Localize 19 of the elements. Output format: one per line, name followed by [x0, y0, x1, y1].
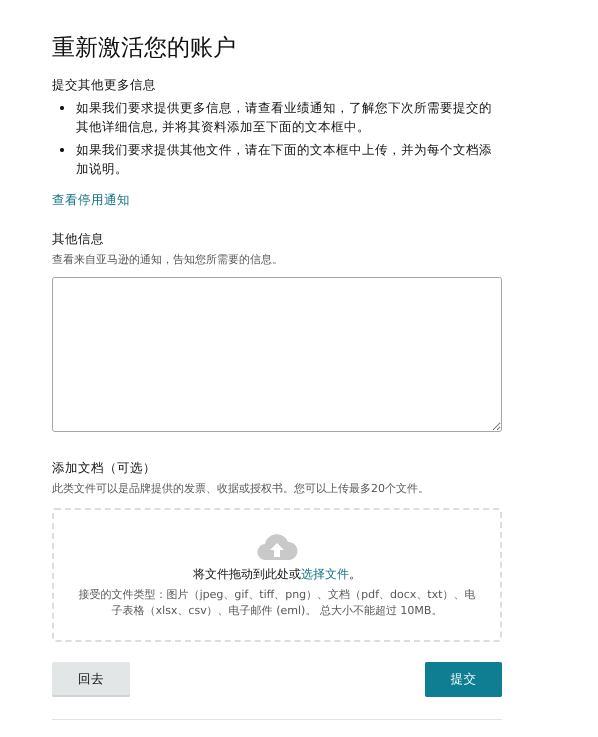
field-label: 其他信息: [52, 231, 105, 248]
page-title: 重新激活您的账户: [52, 34, 237, 63]
info-textarea[interactable]: [52, 277, 502, 432]
cloud-upload-icon: [256, 532, 298, 562]
bullet-icon: [60, 148, 64, 152]
field-label: 添加文档（可选）: [52, 460, 157, 477]
bullet-text: 如果我们要求提供其他文件，请在下面的文本框中上传，并为每个文档添加说明。: [76, 141, 493, 178]
bullet-icon: [60, 106, 64, 110]
drop-instruction: 将文件拖动到此处或选择文件。: [193, 566, 361, 582]
field-hint: 此类文件可以是品牌提供的发票、收据或授权书。您可以上传最多20个文件。: [52, 481, 430, 496]
section-heading: 提交其他更多信息: [52, 77, 157, 94]
choose-file-link[interactable]: 选择文件: [301, 566, 349, 580]
accepted-types-text: 接受的文件类型：图片（jpeg、gif、tiff、png）、文档（pdf、docx、txt）、电子表格（xlsx、csv）、电子邮件 (eml)。 总大小不能超过 10MB。: [78, 586, 476, 618]
notice-link[interactable]: 查看停用通知: [52, 192, 130, 209]
drop-zone[interactable]: 将文件拖动到此处或选择文件。 接受的文件类型：图片（jpeg、gif、tiff、png）、文档（pdf、docx、txt）、电子表格（xlsx、csv）、电子邮件 (eml)。 总大小不能超过 10MB。: [52, 508, 502, 642]
submit-button[interactable]: 提交: [425, 662, 502, 697]
field-hint: 查看来自亚马逊的通知，告知您所需要的信息。: [52, 252, 284, 267]
bullet-text: 如果我们要求提供更多信息，请查看业绩通知，了解您下次所需要提交的其他详细信息, 并将其资料添加至下面的文本框中。: [76, 99, 493, 136]
back-button[interactable]: 回去: [52, 662, 130, 697]
